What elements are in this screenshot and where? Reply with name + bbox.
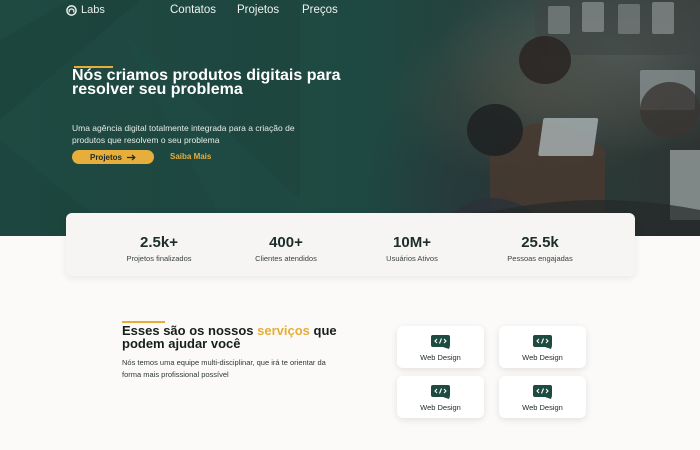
labs-logo-icon <box>66 4 77 16</box>
services-title: Esses são os nossos serviços que podem a… <box>122 324 362 350</box>
stat-label: Projetos finalizados <box>126 254 192 263</box>
stat-value: 400+ <box>269 234 303 251</box>
hero-title: Nós criamos produtos digitais para resol… <box>72 67 341 98</box>
hero-subtitle: Uma agência digital totalmente integrada… <box>72 123 295 145</box>
service-card-label: Web Design <box>522 403 563 412</box>
services-description: Nós temos uma equipe multi-disciplinar, … <box>122 358 326 379</box>
code-tablet-icon <box>431 335 450 349</box>
stat-projetos: 2.5k+ Projetos finalizados <box>89 234 229 264</box>
service-card-label: Web Design <box>420 353 461 362</box>
stat-value: 2.5k+ <box>140 234 178 251</box>
stat-usuarios: 10M+ Usuários Ativos <box>342 234 482 264</box>
brand-logo[interactable]: Labs <box>66 4 105 16</box>
office-scene-illustration <box>300 0 700 236</box>
stats-card: 2.5k+ Projetos finalizados 400+ Clientes… <box>66 213 635 276</box>
nav-link-contatos[interactable]: Contatos <box>170 4 216 16</box>
nav-link-precos[interactable]: Preços <box>302 4 338 16</box>
stat-value: 10M+ <box>393 234 431 251</box>
logo-text: Labs <box>81 4 105 16</box>
service-card-web-design[interactable]: Web Design <box>397 326 484 368</box>
stat-label: Usuários Ativos <box>386 254 438 263</box>
service-card-web-design[interactable]: Web Design <box>397 376 484 418</box>
code-tablet-icon <box>533 385 552 399</box>
stat-label: Pessoas engajadas <box>507 254 573 263</box>
saiba-mais-link[interactable]: Saiba Mais <box>170 152 211 161</box>
code-tablet-icon <box>533 335 552 349</box>
hero-decorative-shapes <box>0 0 300 236</box>
service-card-web-design[interactable]: Web Design <box>499 326 586 368</box>
stat-value: 25.5k <box>521 234 559 251</box>
projetos-button[interactable]: Projetos <box>72 150 154 164</box>
hero-section: Labs Contatos Projetos Preços Nós criamo… <box>0 0 700 236</box>
nav-link-projetos[interactable]: Projetos <box>237 4 279 16</box>
hero-background-photo <box>300 0 700 236</box>
code-tablet-icon <box>431 385 450 399</box>
stat-label: Clientes atendidos <box>255 254 317 263</box>
stat-clientes: 400+ Clientes atendidos <box>216 234 356 264</box>
service-card-label: Web Design <box>522 353 563 362</box>
top-navigation: Labs Contatos Projetos Preços <box>0 4 700 18</box>
stat-pessoas: 25.5k Pessoas engajadas <box>470 234 610 264</box>
service-card-web-design[interactable]: Web Design <box>499 376 586 418</box>
arrow-right-icon <box>127 154 136 160</box>
service-card-label: Web Design <box>420 403 461 412</box>
services-title-highlight: serviços <box>257 323 310 338</box>
projetos-button-label: Projetos <box>89 152 122 162</box>
